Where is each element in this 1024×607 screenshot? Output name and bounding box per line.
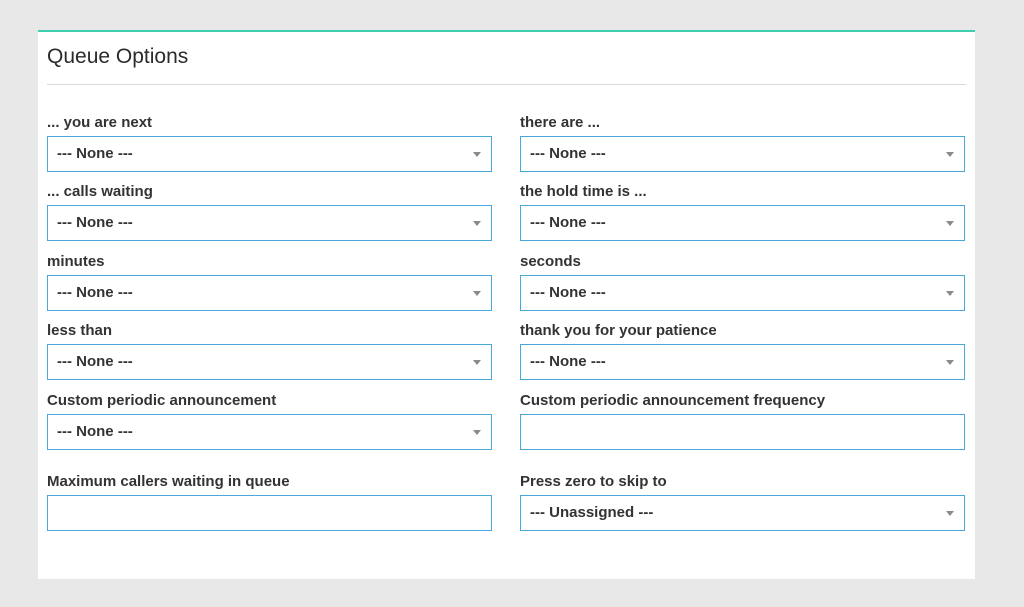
- caret-down-icon: [473, 291, 481, 296]
- caret-down-icon: [946, 511, 954, 516]
- field-thank-you: thank you for your patience --- None ---: [520, 322, 965, 380]
- caret-down-icon: [473, 430, 481, 435]
- custom-announcement-value: --- None ---: [57, 423, 133, 440]
- you-are-next-label: ... you are next: [47, 114, 153, 131]
- thank-you-value: --- None ---: [530, 353, 606, 370]
- queue-options-panel: Queue Options ... you are next --- None …: [38, 30, 975, 579]
- custom-announcement-label: Custom periodic announcement: [47, 392, 277, 409]
- field-press-zero: Press zero to skip to --- Unassigned ---: [520, 473, 965, 531]
- title-divider: [47, 84, 966, 85]
- minutes-select[interactable]: --- None ---: [47, 275, 492, 311]
- caret-down-icon: [946, 291, 954, 296]
- custom-announcement-select[interactable]: --- None ---: [47, 414, 492, 450]
- announcement-frequency-input[interactable]: [520, 414, 965, 450]
- less-than-label: less than: [47, 322, 113, 339]
- field-announcement-frequency: Custom periodic announcement frequency: [520, 392, 965, 450]
- there-are-select[interactable]: --- None ---: [520, 136, 965, 172]
- hold-time-label: the hold time is ...: [520, 183, 647, 200]
- field-minutes: minutes --- None ---: [47, 253, 492, 311]
- thank-you-select[interactable]: --- None ---: [520, 344, 965, 380]
- caret-down-icon: [473, 152, 481, 157]
- field-hold-time: the hold time is ... --- None ---: [520, 183, 965, 241]
- minutes-value: --- None ---: [57, 284, 133, 301]
- calls-waiting-value: --- None ---: [57, 214, 133, 231]
- seconds-select[interactable]: --- None ---: [520, 275, 965, 311]
- caret-down-icon: [946, 152, 954, 157]
- panel-title: Queue Options: [47, 45, 189, 68]
- there-are-value: --- None ---: [530, 145, 606, 162]
- caret-down-icon: [473, 360, 481, 365]
- less-than-value: --- None ---: [57, 353, 133, 370]
- press-zero-label: Press zero to skip to: [520, 473, 667, 490]
- seconds-label: seconds: [520, 253, 581, 270]
- caret-down-icon: [946, 221, 954, 226]
- hold-time-value: --- None ---: [530, 214, 606, 231]
- minutes-label: minutes: [47, 253, 105, 270]
- less-than-select[interactable]: --- None ---: [47, 344, 492, 380]
- press-zero-value: --- Unassigned ---: [530, 504, 654, 521]
- thank-you-label: thank you for your patience: [520, 322, 717, 339]
- field-there-are: there are ... --- None ---: [520, 114, 965, 172]
- field-calls-waiting: ... calls waiting --- None ---: [47, 183, 492, 241]
- seconds-value: --- None ---: [530, 284, 606, 301]
- max-callers-label: Maximum callers waiting in queue: [47, 473, 290, 490]
- caret-down-icon: [946, 360, 954, 365]
- you-are-next-value: --- None ---: [57, 145, 133, 162]
- calls-waiting-label: ... calls waiting: [47, 183, 153, 200]
- announcement-frequency-label: Custom periodic announcement frequency: [520, 392, 826, 409]
- field-max-callers: Maximum callers waiting in queue: [47, 473, 492, 531]
- field-seconds: seconds --- None ---: [520, 253, 965, 311]
- you-are-next-select[interactable]: --- None ---: [47, 136, 492, 172]
- press-zero-select[interactable]: --- Unassigned ---: [520, 495, 965, 531]
- hold-time-select[interactable]: --- None ---: [520, 205, 965, 241]
- max-callers-input[interactable]: [47, 495, 492, 531]
- field-you-are-next: ... you are next --- None ---: [47, 114, 492, 172]
- there-are-label: there are ...: [520, 114, 601, 131]
- calls-waiting-select[interactable]: --- None ---: [47, 205, 492, 241]
- field-less-than: less than --- None ---: [47, 322, 492, 380]
- field-custom-announcement: Custom periodic announcement --- None --…: [47, 392, 492, 450]
- caret-down-icon: [473, 221, 481, 226]
